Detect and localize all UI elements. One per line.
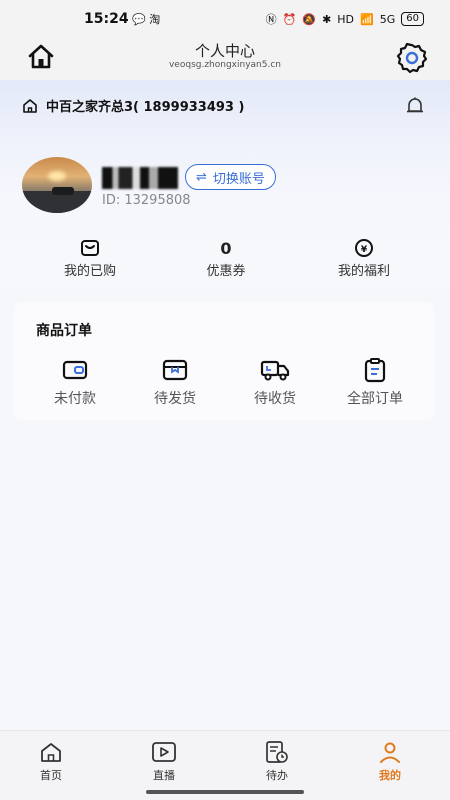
wallet-icon [62,360,88,380]
truck-icon [260,360,290,381]
swap-icon: ⇌ [196,169,207,185]
order-unpaid[interactable]: 未付款 [30,358,120,408]
switch-account-button[interactable]: ⇌ 切换账号 [185,164,276,190]
bell-icon [407,97,423,113]
yen-coin-icon: ¥ [355,239,373,257]
page-url: veoqsg.zhongxinyan5.cn [168,60,281,70]
stats-row: 我的已购 0 优惠券 ¥ 我的福利 [0,238,450,282]
order-to-ship[interactable]: 待发货 [130,358,220,408]
status-right-icons: Ⓝ ⏰ 🔕 ✱ HD 📶 5G 60 [266,11,424,27]
wifi-icon: 📶 [360,12,374,26]
tab-live-label: 直播 [153,769,175,782]
avatar[interactable] [22,157,92,213]
nfc-icon: Ⓝ [265,13,277,26]
page-title: 个人中心 [194,42,255,60]
stat-welfare-label: 我的福利 [337,264,390,279]
play-icon [152,742,176,762]
stat-welfare[interactable]: ¥ 我的福利 [304,238,424,279]
tab-mine[interactable]: 我的 [355,739,425,783]
person-icon [380,742,400,763]
tab-home-label: 首页 [40,769,62,782]
todo-icon [266,741,288,763]
status-app-icons: 💬 淘 [132,13,161,26]
home-icon [41,743,61,762]
stat-coupons-value: 0 [220,238,232,258]
svg-text:¥: ¥ [361,245,368,255]
clipboard-icon [364,358,386,383]
home-indicator [146,790,304,794]
alarm-icon: ⏰ [282,12,297,26]
user-id: ID: 13295808 [102,193,191,208]
mute-icon: 🔕 [302,12,317,26]
stat-purchased[interactable]: 我的已购 [30,238,150,279]
store-selector[interactable]: 中百之家齐总3( 1899933493 ) [22,96,244,115]
gear-icon [396,42,428,74]
top-navbar: 个人中心 veoqsg.zhongxinyan5.cn [0,36,450,80]
network-type: 5G [379,12,396,26]
status-bar: 15:24 💬 淘 Ⓝ ⏰ 🔕 ✱ HD 📶 5G 60 [0,0,450,36]
order-to-ship-label: 待发货 [154,391,196,407]
order-to-receive[interactable]: 待收货 [230,358,320,408]
stat-purchased-label: 我的已购 [63,264,116,279]
notification-button[interactable] [404,95,426,117]
orders-title: 商品订单 [36,323,92,339]
settings-button[interactable] [396,42,428,74]
order-to-receive-label: 待收货 [254,391,296,407]
stat-coupons[interactable]: 0 优惠券 [166,238,286,280]
tab-todo[interactable]: 待办 [242,739,312,783]
tab-live[interactable]: 直播 [129,739,199,783]
switch-account-label: 切换账号 [212,171,265,187]
order-unpaid-label: 未付款 [54,391,96,407]
store-name: 中百之家齐总3( 1899933493 ) [46,100,245,115]
wallet-icon [81,240,99,256]
package-icon [162,359,188,381]
status-time: 15:24 [84,11,129,27]
order-all[interactable]: 全部订单 [330,358,420,408]
battery-icon: 60 [401,12,424,26]
order-all-label: 全部订单 [347,391,403,407]
home-small-icon [23,98,37,113]
orders-card: 商品订单 未付款 待发货 待收货 全部订单 [14,302,434,420]
hd-icon: HD [337,12,355,26]
tab-mine-label: 我的 [379,769,401,782]
tab-todo-label: 待办 [266,769,288,782]
nickname-redacted [102,167,178,189]
bluetooth-icon: ✱ [322,12,332,26]
stat-coupons-label: 优惠券 [206,264,246,279]
tab-home[interactable]: 首页 [16,739,86,783]
